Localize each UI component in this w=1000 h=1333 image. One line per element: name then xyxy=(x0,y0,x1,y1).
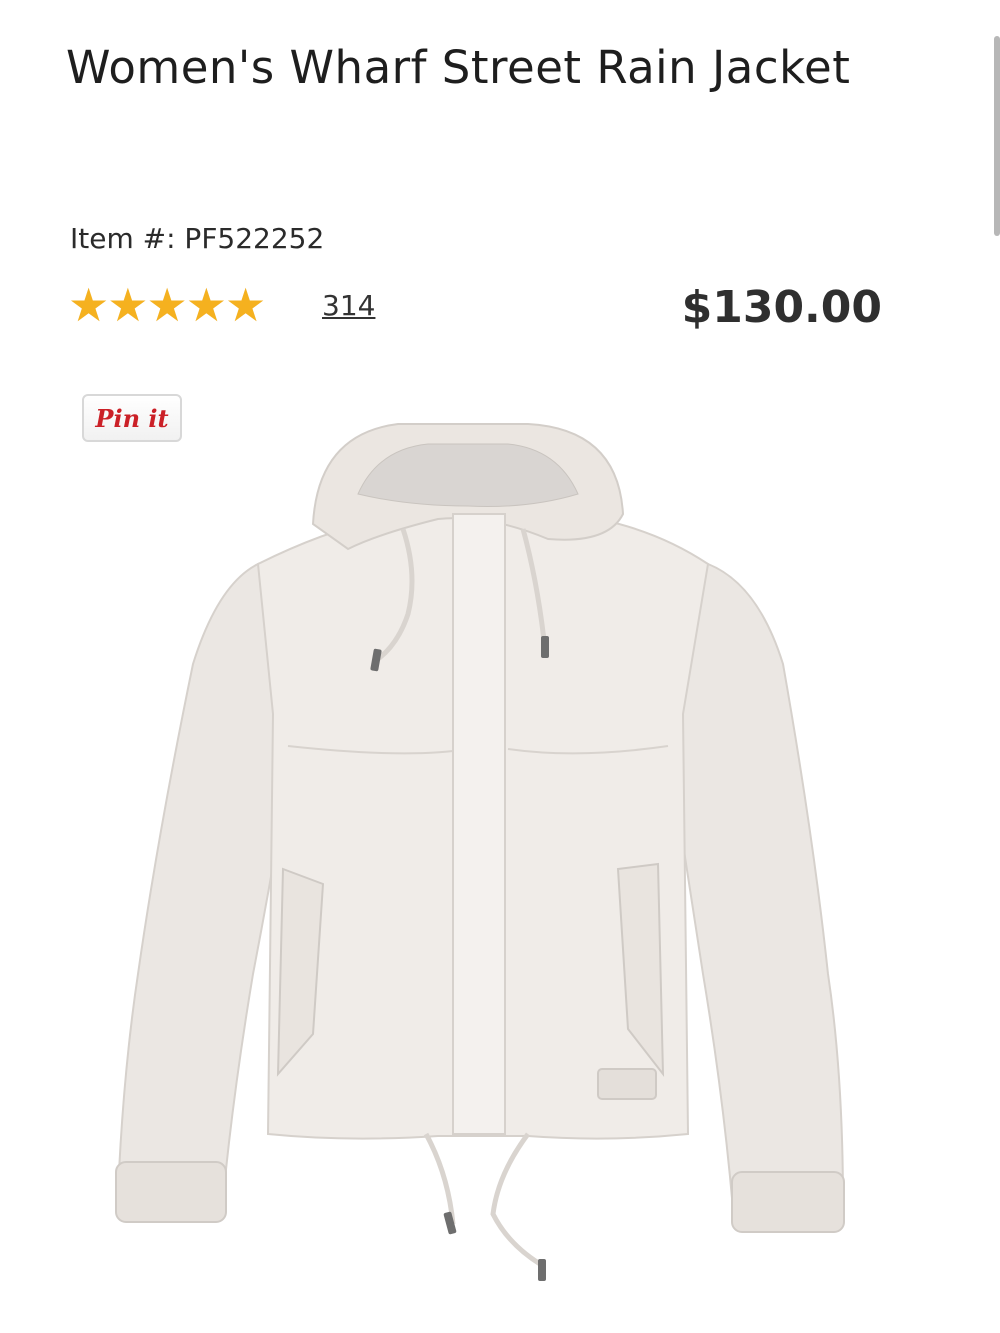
scrollbar[interactable] xyxy=(994,36,1000,236)
jacket-right-cuff xyxy=(731,1171,845,1233)
jacket-hood-cord-tip-right xyxy=(541,636,549,658)
jacket-left-cuff xyxy=(115,1161,227,1223)
item-number: Item #: PF522252 xyxy=(70,222,325,255)
jacket-logo-patch xyxy=(597,1068,657,1100)
review-count-link[interactable]: 314 xyxy=(322,289,375,322)
rating-row: ★★★★★ ★★★★★ 314 xyxy=(68,282,375,328)
product-title: Women's Wharf Street Rain Jacket xyxy=(66,41,851,94)
jacket-hem-drawcord-right xyxy=(490,1132,542,1267)
jacket-hem-cord-tip-right xyxy=(538,1259,546,1281)
product-image xyxy=(115,423,845,1281)
pin-it-button[interactable]: Pin it xyxy=(82,394,182,442)
jacket-zipper-placket xyxy=(452,513,506,1135)
star-rating-filled: ★★★★★ xyxy=(68,282,266,328)
product-price: $130.00 xyxy=(681,282,882,333)
star-rating: ★★★★★ ★★★★★ xyxy=(68,282,294,328)
jacket-hem-drawcord-left xyxy=(423,1132,456,1225)
